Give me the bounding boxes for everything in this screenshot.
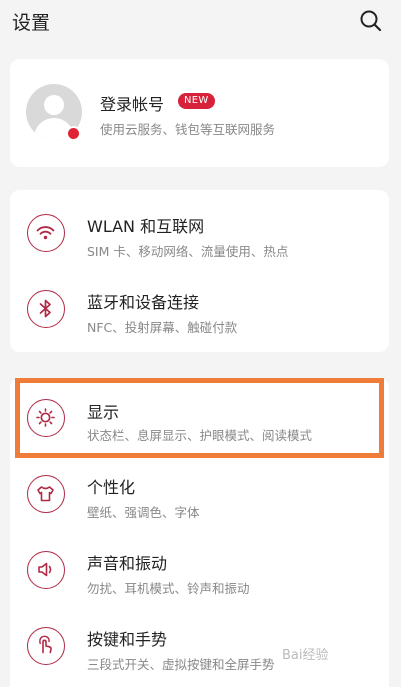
tshirt-icon xyxy=(27,475,65,513)
speaker-icon xyxy=(27,551,65,589)
account-title: 登录帐号 xyxy=(100,95,165,114)
gesture-icon xyxy=(27,627,65,665)
top-bar: 设置 xyxy=(0,0,401,44)
settings-item-bluetooth[interactable]: 蓝牙和设备连接 NFC、投射屏幕、触碰付款 xyxy=(10,271,389,347)
account-card[interactable]: 登录帐号 NEW 使用云服务、钱包等互联网服务 xyxy=(10,59,389,167)
new-badge: NEW xyxy=(178,93,215,109)
settings-item-title: 按键和手势 xyxy=(87,630,168,649)
settings-item-personalization[interactable]: 个性化 壁纸、强调色、字体 xyxy=(10,456,389,532)
settings-item-subtitle: 勿扰、耳机模式、铃声和振动 xyxy=(87,581,250,596)
highlight-annotation xyxy=(15,378,384,458)
page-title: 设置 xyxy=(12,12,51,34)
settings-item-sound[interactable]: 声音和振动 勿扰、耳机模式、铃声和振动 xyxy=(10,532,389,608)
settings-item-buttons-gestures[interactable]: 按键和手势 三段式开关、虚拟按键和全屏手势 xyxy=(10,608,389,684)
connections-card: WLAN 和互联网 SIM 卡、移动网络、流量使用、热点 蓝牙和设备连接 NFC… xyxy=(10,190,389,352)
settings-item-subtitle: SIM 卡、移动网络、流量使用、热点 xyxy=(87,244,289,259)
wifi-icon xyxy=(27,214,65,252)
settings-item-title: 蓝牙和设备连接 xyxy=(87,293,200,312)
settings-item-wlan[interactable]: WLAN 和互联网 SIM 卡、移动网络、流量使用、热点 xyxy=(10,195,389,271)
search-icon[interactable] xyxy=(358,8,384,34)
settings-item-title: 个性化 xyxy=(87,478,136,497)
account-subtitle: 使用云服务、钱包等互联网服务 xyxy=(100,122,276,137)
settings-item-title: WLAN 和互联网 xyxy=(87,217,205,236)
settings-item-subtitle: 壁纸、强调色、字体 xyxy=(87,505,200,520)
settings-item-subtitle: 三段式开关、虚拟按键和全屏手势 xyxy=(87,657,275,672)
settings-item-subtitle: NFC、投射屏幕、触碰付款 xyxy=(87,320,238,335)
bluetooth-icon xyxy=(27,290,65,328)
watermark-text: Bai经验 xyxy=(282,648,329,663)
notification-dot xyxy=(66,126,81,141)
settings-item-title: 声音和振动 xyxy=(87,554,168,573)
